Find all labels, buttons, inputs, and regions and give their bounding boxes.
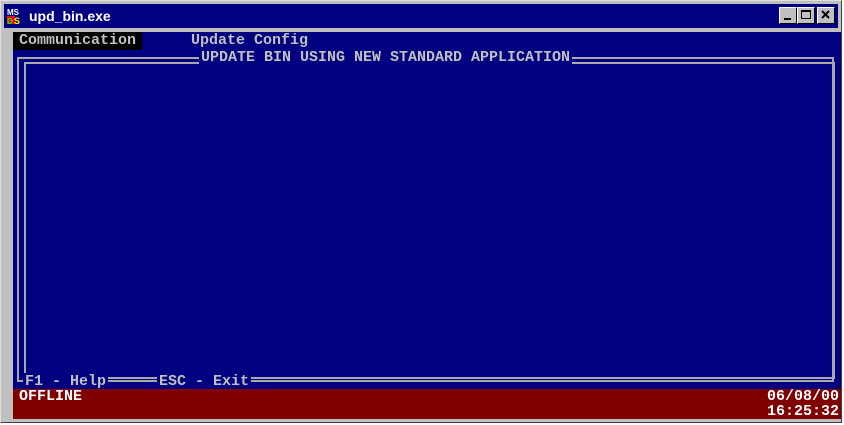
status-date: 06/08/00 [766, 388, 839, 405]
svg-text:S: S [14, 16, 20, 25]
menu-item-communication[interactable]: Communication [13, 32, 143, 50]
window-title: upd_bin.exe [29, 8, 111, 24]
console-area: Communication Update Config UPDATE BIN U… [13, 32, 841, 419]
window-controls [779, 7, 835, 24]
menu-bar: Communication Update Config [13, 32, 841, 50]
title-bar[interactable]: MS S D upd_bin.exe [4, 4, 838, 28]
connection-status: OFFLINE [19, 388, 83, 405]
panel-frame-inner [24, 62, 835, 379]
maximize-button[interactable] [797, 7, 815, 24]
app-window: MS S D upd_bin.exe Communication Update … [0, 0, 842, 423]
close-button[interactable] [817, 7, 835, 24]
ms-dos-icon: MS S D [6, 7, 24, 26]
minimize-icon [784, 18, 791, 20]
status-bar: OFFLINE 06/08/00 16:25:32 [13, 389, 841, 419]
close-icon [821, 10, 830, 19]
panel-title: UPDATE BIN USING NEW STANDARD APPLICATIO… [199, 49, 573, 67]
maximize-icon [801, 10, 811, 19]
menu-item-update-config[interactable]: Update Config [185, 32, 315, 50]
status-time: 16:25:32 [766, 403, 839, 420]
svg-text:D: D [7, 17, 13, 25]
minimize-button[interactable] [779, 7, 797, 24]
